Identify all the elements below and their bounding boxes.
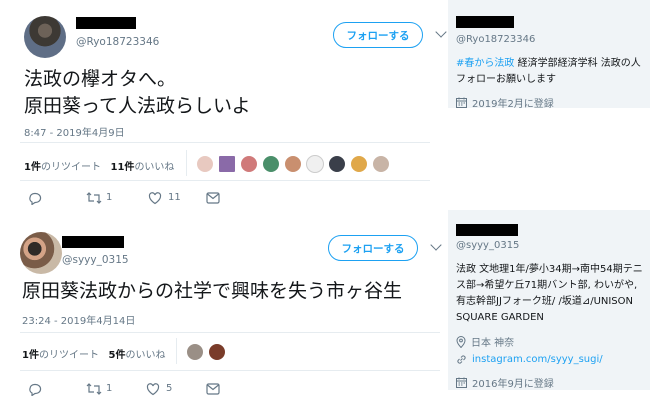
liker-avatar[interactable] <box>186 343 204 361</box>
chevron-down-icon[interactable] <box>430 239 442 251</box>
stats-separator <box>186 150 187 176</box>
calendar-icon <box>456 97 467 108</box>
liker-avatar[interactable] <box>218 155 236 173</box>
display-name-redacted[interactable] <box>76 17 136 29</box>
like-action-count: 5 <box>166 383 173 394</box>
retweet-stat-label: のリツイート <box>38 350 99 361</box>
liker-avatar[interactable] <box>350 155 368 173</box>
profile-handle[interactable]: @Ryo18723346 <box>456 34 535 45</box>
like-action-count: 11 <box>168 192 181 203</box>
liker-avatar[interactable] <box>240 155 258 173</box>
reply-icon[interactable] <box>28 191 42 205</box>
bio-text: フォローお願いします <box>456 74 556 85</box>
like-stat[interactable]: 11件のいいね <box>111 162 175 173</box>
divider <box>20 180 430 181</box>
location-text: 日本 神奈 <box>471 338 515 349</box>
like-count: 11件 <box>110 162 135 173</box>
liker-avatar[interactable] <box>284 155 302 173</box>
user-handle[interactable]: @Ryo18723346 <box>76 36 159 48</box>
tweet-card-1: @Ryo18723346 フォローする 法政の欅オタへ。 原田葵って人法政らしい… <box>0 0 448 210</box>
bio-text: ス部→希望ケ丘71期バント部, わいがや, <box>456 280 638 291</box>
display-name-redacted[interactable] <box>62 236 124 248</box>
profile-card-2: @syyy_0315 法政 文地理1年/夢小34期→南中54期テニ ス部→希望ケ… <box>448 210 650 390</box>
retweet-stat-label: のリツイート <box>40 162 101 173</box>
divider <box>20 332 440 333</box>
profile-card-1: @Ryo18723346 #春から法政 経済学部経済学科 法政の人 フォローお願… <box>448 0 650 110</box>
avatar[interactable] <box>24 16 66 58</box>
calendar-icon <box>456 377 467 388</box>
like-count: 5件 <box>108 350 126 361</box>
stats-separator <box>176 338 177 364</box>
chevron-down-icon[interactable] <box>435 26 447 38</box>
follow-button[interactable]: フォローする <box>333 22 423 48</box>
link-icon <box>457 355 466 364</box>
tweet-card-2: @syyy_0315 フォローする 原田葵法政からの社学で興味を失う市ヶ谷生 2… <box>0 222 448 405</box>
website-link[interactable]: instagram.com/syyy_sugi/ <box>472 354 603 365</box>
retweet-count: 1件 <box>22 350 39 361</box>
liker-avatar[interactable] <box>208 343 226 361</box>
retweet-stat[interactable]: 1件のリツイート <box>24 162 101 173</box>
liker-avatar[interactable] <box>196 155 214 173</box>
retweet-icon[interactable] <box>86 191 102 205</box>
like-stat-label: のいいね <box>125 350 166 361</box>
retweet-count: 1件 <box>24 162 41 173</box>
joined-date: 2019年2月に登録 <box>472 99 554 110</box>
avatar[interactable] <box>20 232 62 274</box>
profile-handle[interactable]: @syyy_0315 <box>456 240 519 251</box>
liker-avatar[interactable] <box>372 155 390 173</box>
tweet-timestamp[interactable]: 8:47 - 2019年4月9日 <box>24 124 125 139</box>
liker-avatar[interactable] <box>306 155 324 173</box>
location-pin-icon <box>456 335 466 348</box>
profile-bio: #春から法政 経済学部経済学科 法政の人 フォローお願いします <box>456 56 650 88</box>
hashtag-link[interactable]: #春から法政 <box>456 58 514 69</box>
divider <box>20 142 430 143</box>
retweet-icon[interactable] <box>86 382 102 396</box>
user-handle[interactable]: @syyy_0315 <box>62 254 129 266</box>
engagement-stats: 1件のリツイート 5件のいいね <box>22 346 165 361</box>
divider <box>20 370 440 371</box>
joined-date: 2016年9月に登録 <box>472 379 554 390</box>
tweet-text: 原田葵法政からの社学で興味を失う市ヶ谷生 <box>22 280 403 302</box>
heart-icon[interactable] <box>148 191 162 205</box>
tweet-text-line2: 原田葵って人法政らしいよ <box>24 95 251 117</box>
joined-row: 2016年9月に登録 <box>456 375 554 390</box>
liker-avatar[interactable] <box>328 155 346 173</box>
reply-icon[interactable] <box>28 382 42 396</box>
website-row: instagram.com/syyy_sugi/ <box>456 354 603 365</box>
bio-text: SQUARE GARDEN <box>456 312 544 323</box>
follow-button[interactable]: フォローする <box>328 235 418 261</box>
retweet-stat[interactable]: 1件のリツイート <box>22 350 99 361</box>
engagement-stats: 1件のリツイート 11件のいいね <box>24 158 174 173</box>
envelope-icon[interactable] <box>206 383 220 395</box>
heart-icon[interactable] <box>146 382 160 396</box>
profile-name-redacted[interactable] <box>456 16 514 28</box>
joined-row: 2019年2月に登録 <box>456 95 554 110</box>
like-stat-label: のいいね <box>134 162 175 173</box>
bio-text: 法政 文地理1年/夢小34期→南中54期テニ <box>456 264 643 275</box>
bio-text: 有志幹部JJフォーク班/ /坂道⊿/UNISON <box>456 296 634 307</box>
retweet-action-count: 1 <box>106 192 113 203</box>
location-row: 日本 神奈 <box>456 334 514 349</box>
like-stat[interactable]: 5件のいいね <box>109 350 166 361</box>
tweet-timestamp[interactable]: 23:24 - 2019年4月14日 <box>22 312 135 327</box>
retweet-action-count: 1 <box>106 383 113 394</box>
tweet-text-line1: 法政の欅オタへ。 <box>24 68 177 90</box>
envelope-icon[interactable] <box>206 192 220 204</box>
profile-name-redacted[interactable] <box>456 224 518 236</box>
bio-text: 経済学部経済学科 法政の人 <box>514 58 641 69</box>
liker-avatar[interactable] <box>262 155 280 173</box>
profile-bio: 法政 文地理1年/夢小34期→南中54期テニ ス部→希望ケ丘71期バント部, わ… <box>456 262 650 326</box>
